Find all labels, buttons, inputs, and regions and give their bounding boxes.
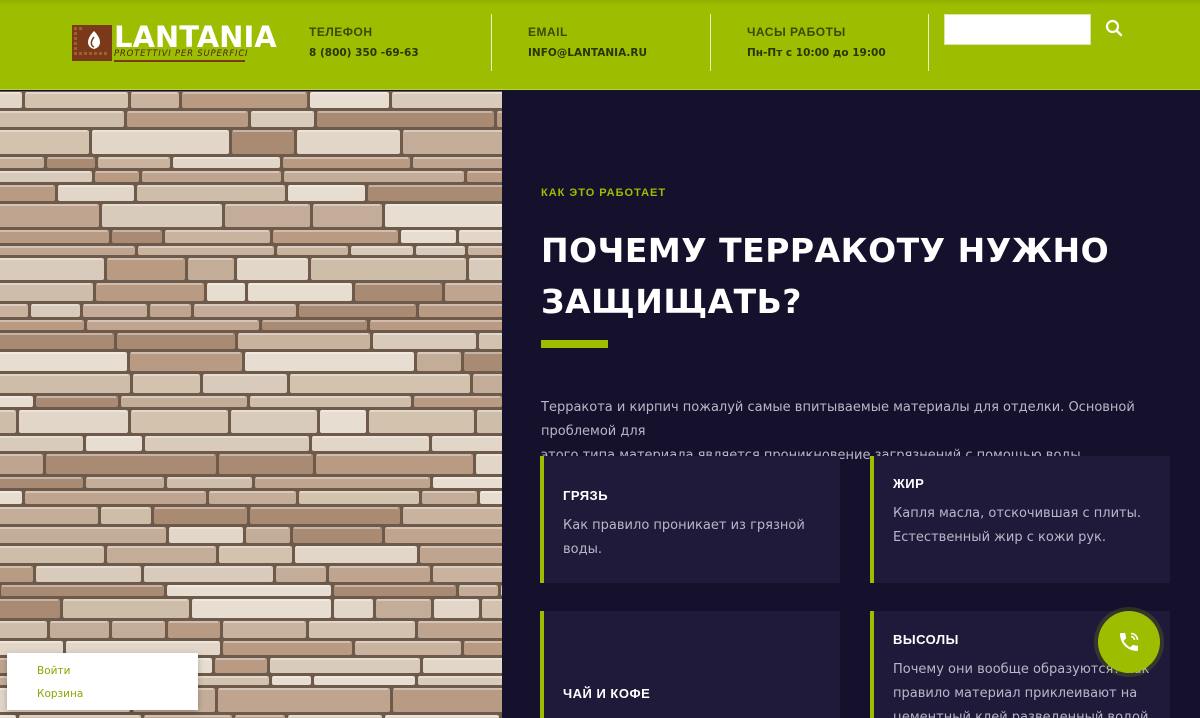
phone-value[interactable]: 8 (800) 350 -69-63 <box>309 47 419 59</box>
card-title: ЧАЙ И КОФЕ <box>563 686 651 701</box>
card-title: ВЫСОЛЫ <box>893 632 959 647</box>
search-icon <box>1105 19 1123 36</box>
search-button[interactable] <box>1100 15 1128 43</box>
header-divider <box>491 14 492 71</box>
card-title: ГРЯЗЬ <box>563 488 609 503</box>
email-value[interactable]: INFO@LANTANIA.RU <box>528 47 647 59</box>
search-input[interactable] <box>944 14 1091 45</box>
card-text-line: Естественный жир с кожи рук. <box>893 530 1107 545</box>
card-text: Капля масла, отскочившая с плиты. Естест… <box>893 502 1158 550</box>
header-divider <box>928 14 929 71</box>
hours-value: Пн-Пт с 10:00 до 19:00 <box>747 47 886 59</box>
card-text-line: цементный клей разведенный водой. <box>893 710 1153 718</box>
card-text: Как правило проникает из грязной воды. <box>563 518 805 557</box>
stone-texture <box>0 91 502 718</box>
section-title: ПОЧЕМУ ТЕРРАКОТУ НУЖНО ЗАЩИЩАТЬ? <box>541 225 1141 327</box>
why-protect-section: КАК ЭТО РАБОТАЕТ ПОЧЕМУ ТЕРРАКОТУ НУЖНО … <box>502 91 1200 718</box>
user-mini-panel: Войти Корзина <box>7 653 198 710</box>
header-phone: ТЕЛЕФОН 8 (800) 350 -69-63 <box>309 25 419 59</box>
card-text-line: правило материал приклеивают на <box>893 686 1138 701</box>
stone-wall-image <box>0 91 502 718</box>
accent-bar <box>541 340 608 348</box>
card-title: ЖИР <box>893 476 925 491</box>
lead-line: Терракота и кирпич пожалуй самые впитыва… <box>541 400 1135 439</box>
login-link[interactable]: Войти <box>37 665 70 677</box>
header-email: EMAIL INFO@LANTANIA.RU <box>528 25 647 59</box>
header-hours: ЧАСЫ РАБОТЫ Пн-Пт с 10:00 до 19:00 <box>747 25 886 59</box>
site-header: LANTANIA PROTETTIVI PER SUPERFICI ТЕЛЕФО… <box>0 0 1200 90</box>
header-divider <box>710 14 711 71</box>
call-button[interactable] <box>1098 611 1160 673</box>
phone-icon <box>1120 632 1139 651</box>
hours-label: ЧАСЫ РАБОТЫ <box>747 25 846 39</box>
brand-logo[interactable]: LANTANIA PROTETTIVI PER SUPERFICI <box>72 20 277 65</box>
card-dirt: ГРЯЗЬ Как правило проникает из грязной в… <box>540 456 840 583</box>
logo-underline <box>114 60 245 62</box>
logo-tagline: PROTETTIVI PER SUPERFICI <box>114 49 249 59</box>
card-grease: ЖИР Капля масла, отскочившая с плиты. Ес… <box>870 456 1170 583</box>
phone-label: ТЕЛЕФОН <box>309 25 373 39</box>
card-text-line: Капля масла, отскочившая с плиты. <box>893 506 1142 521</box>
cart-link[interactable]: Корзина <box>37 688 83 700</box>
card-tea-coffee: ЧАЙ И КОФЕ <box>540 611 840 718</box>
logo-mark-icon <box>72 25 112 61</box>
section-eyebrow: КАК ЭТО РАБОТАЕТ <box>541 187 667 199</box>
section-title-line: ЗАЩИЩАТЬ? <box>541 282 802 321</box>
section-title-line: ПОЧЕМУ ТЕРРАКОТУ НУЖНО <box>541 231 1110 270</box>
email-label: EMAIL <box>528 25 568 39</box>
